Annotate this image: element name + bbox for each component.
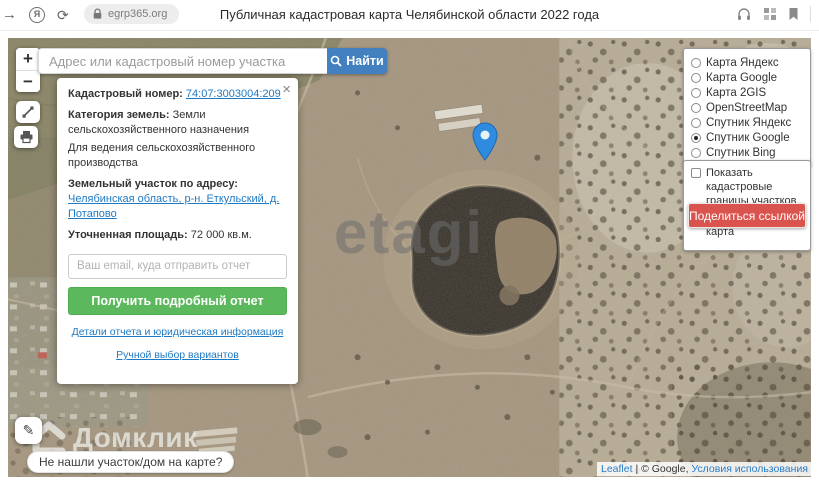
email-field[interactable] (68, 253, 287, 279)
layer-label: Карта Google (706, 71, 778, 84)
land-category-row: Категория земель: Земли сельскохозяйстве… (68, 108, 287, 138)
address-label: Земельный участок по адресу: (68, 177, 238, 190)
app-window: → Я ⟳ egrp365.org Публичная кадастровая … (0, 0, 819, 480)
close-icon[interactable]: × (282, 82, 291, 97)
share-link-button[interactable]: Поделиться ссылкой (688, 203, 806, 228)
attribution-separator: | (635, 463, 639, 475)
not-found-tooltip: Не нашли участок/дом на карте? (27, 451, 235, 473)
area-label: Уточненная площадь: (68, 229, 188, 242)
headphones-icon[interactable] (736, 6, 752, 22)
search-input[interactable] (38, 48, 327, 74)
search-icon (330, 55, 342, 67)
radio-icon (691, 57, 701, 68)
layer-option-bing-satellite[interactable]: Спутник Bing (691, 145, 803, 160)
cadastral-number-row: Кадастровый номер: 74:07:3003004:209 (68, 87, 287, 102)
map-pin-icon[interactable] (472, 122, 498, 162)
radio-icon (691, 102, 701, 113)
terms-link[interactable]: Условия использования (691, 463, 808, 475)
zoom-control: + − (16, 48, 40, 92)
parcel-info-popup: × Кадастровый номер: 74:07:3003004:209 К… (57, 78, 298, 384)
measure-button[interactable] (16, 101, 40, 123)
search-button[interactable]: Найти (327, 48, 387, 74)
bookmark-icon[interactable] (788, 7, 799, 21)
layers-panel: Карта Яндекс Карта Google Карта 2GIS Ope… (683, 48, 811, 167)
land-category-label: Категория земель: (68, 109, 170, 122)
checkbox-icon (691, 168, 701, 178)
page-title: Публичная кадастровая карта Челябинской … (219, 7, 600, 22)
layer-label: Спутник Google (706, 131, 790, 144)
map-attribution: Leaflet | © Google, Условия использовани… (596, 462, 812, 476)
layer-option-2gis-map[interactable]: Карта 2GIS (691, 85, 803, 100)
layer-option-yandex-map[interactable]: Карта Яндекс (691, 55, 803, 70)
radio-icon (691, 117, 701, 128)
layer-option-google-map[interactable]: Карта Google (691, 70, 803, 85)
radio-icon (691, 87, 701, 98)
printer-icon (20, 131, 32, 144)
ruler-icon (22, 106, 34, 118)
layer-option-yandex-satellite[interactable]: Спутник Яндекс (691, 115, 803, 130)
manual-selection-link[interactable]: Ручной выбор вариантов (68, 348, 287, 362)
layer-label: Спутник Яндекс (706, 116, 792, 129)
layer-option-google-satellite[interactable]: Спутник Google (691, 130, 803, 145)
layer-label: OpenStreetMap (706, 101, 788, 114)
zoom-in-button[interactable]: + (16, 48, 40, 70)
layer-label: Карта 2GIS (706, 86, 767, 99)
report-details-link[interactable]: Детали отчета и юридическая информация (68, 325, 287, 339)
address-row: Земельный участок по адресу: Челябинская… (68, 177, 287, 223)
zoom-out-button[interactable]: − (16, 70, 40, 92)
print-button[interactable] (14, 126, 38, 148)
radio-icon-selected (691, 132, 701, 143)
layer-label: Спутник Bing (706, 146, 776, 159)
cadastral-number-label: Кадастровый номер: (68, 88, 183, 100)
get-report-button[interactable]: Получить подробный отчет (68, 286, 287, 315)
area-value: 72 000 кв.м. (190, 229, 252, 242)
browser-toolbar: → Я ⟳ egrp365.org Публичная кадастровая … (0, 0, 819, 31)
area-row: Уточненная площадь: 72 000 кв.м. (68, 228, 287, 243)
draw-button[interactable]: ✎ (15, 417, 42, 444)
radio-icon (691, 72, 701, 83)
cadastral-number-link[interactable]: 74:07:3003004:209 (186, 88, 281, 100)
google-attribution: © Google, (641, 463, 689, 475)
radio-icon (691, 147, 701, 158)
collections-icon[interactable] (763, 7, 777, 21)
land-use-note: Для ведения сельскохозяйственного произв… (68, 141, 256, 169)
layer-label: Карта Яндекс (706, 56, 779, 69)
toolbar-divider (810, 6, 811, 22)
address-link[interactable]: Челябинская область, р-н. Еткульский, д.… (68, 193, 279, 220)
layer-option-openstreetmap[interactable]: OpenStreetMap (691, 100, 803, 115)
leaflet-link[interactable]: Leaflet (601, 463, 633, 475)
search-bar: Найти (38, 48, 387, 74)
search-button-label: Найти (346, 54, 384, 68)
